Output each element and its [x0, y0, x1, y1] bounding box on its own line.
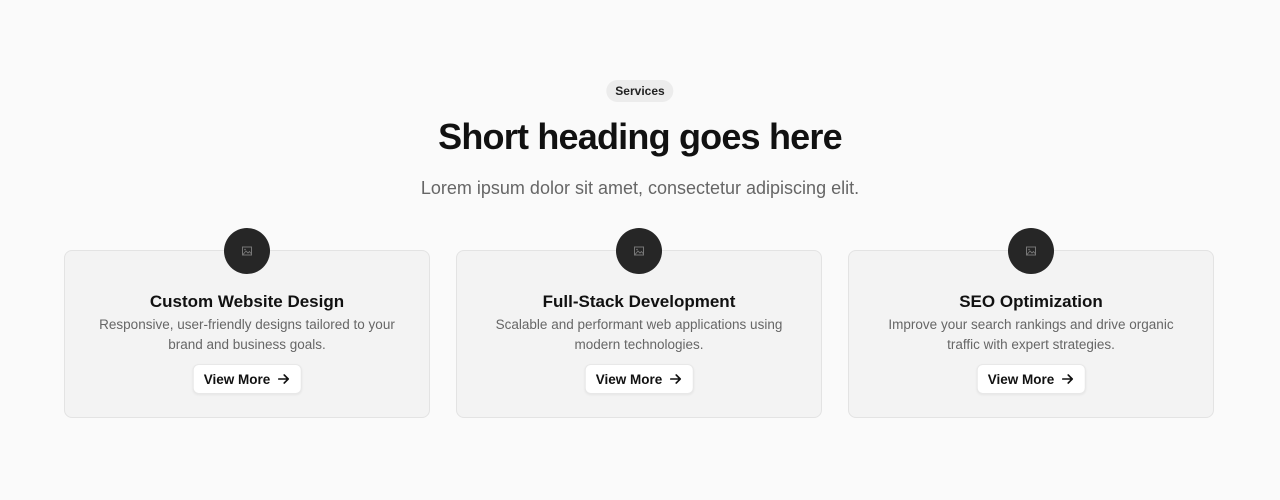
- arrow-right-icon: [277, 374, 289, 384]
- image-placeholder-icon: [616, 228, 662, 274]
- button-label: View More: [595, 371, 663, 387]
- view-more-button[interactable]: View More: [584, 364, 694, 394]
- button-label: View More: [987, 371, 1055, 387]
- arrow-right-icon: [1061, 374, 1073, 384]
- image-placeholder-icon: [1008, 228, 1054, 274]
- section-subheading: Lorem ipsum dolor sit amet, consectetur …: [420, 178, 860, 198]
- card-title: Full-Stack Development: [542, 292, 736, 311]
- service-card-full-stack-development: Full-Stack Development Scalable and perf…: [456, 228, 822, 418]
- section-heading: Short heading goes here: [438, 116, 842, 157]
- arrow-right-icon: [669, 374, 681, 384]
- service-card-custom-website-design: Custom Website Design Responsive, user-f…: [64, 228, 430, 418]
- card-title: SEO Optimization: [959, 292, 1103, 311]
- card-description: Scalable and performant web applications…: [495, 317, 783, 352]
- button-label: View More: [203, 371, 271, 387]
- card-description: Responsive, user-friendly designs tailor…: [99, 317, 395, 352]
- view-more-button[interactable]: View More: [192, 364, 302, 394]
- card-description: Improve your search rankings and drive o…: [888, 317, 1174, 352]
- service-card-seo-optimization: SEO Optimization Improve your search ran…: [848, 228, 1214, 418]
- services-section: Services Short heading goes here Lorem i…: [0, 0, 1280, 500]
- image-placeholder-icon: [224, 228, 270, 274]
- card-title: Custom Website Design: [149, 292, 345, 311]
- view-more-button[interactable]: View More: [976, 364, 1086, 394]
- section-badge: Services: [606, 80, 674, 102]
